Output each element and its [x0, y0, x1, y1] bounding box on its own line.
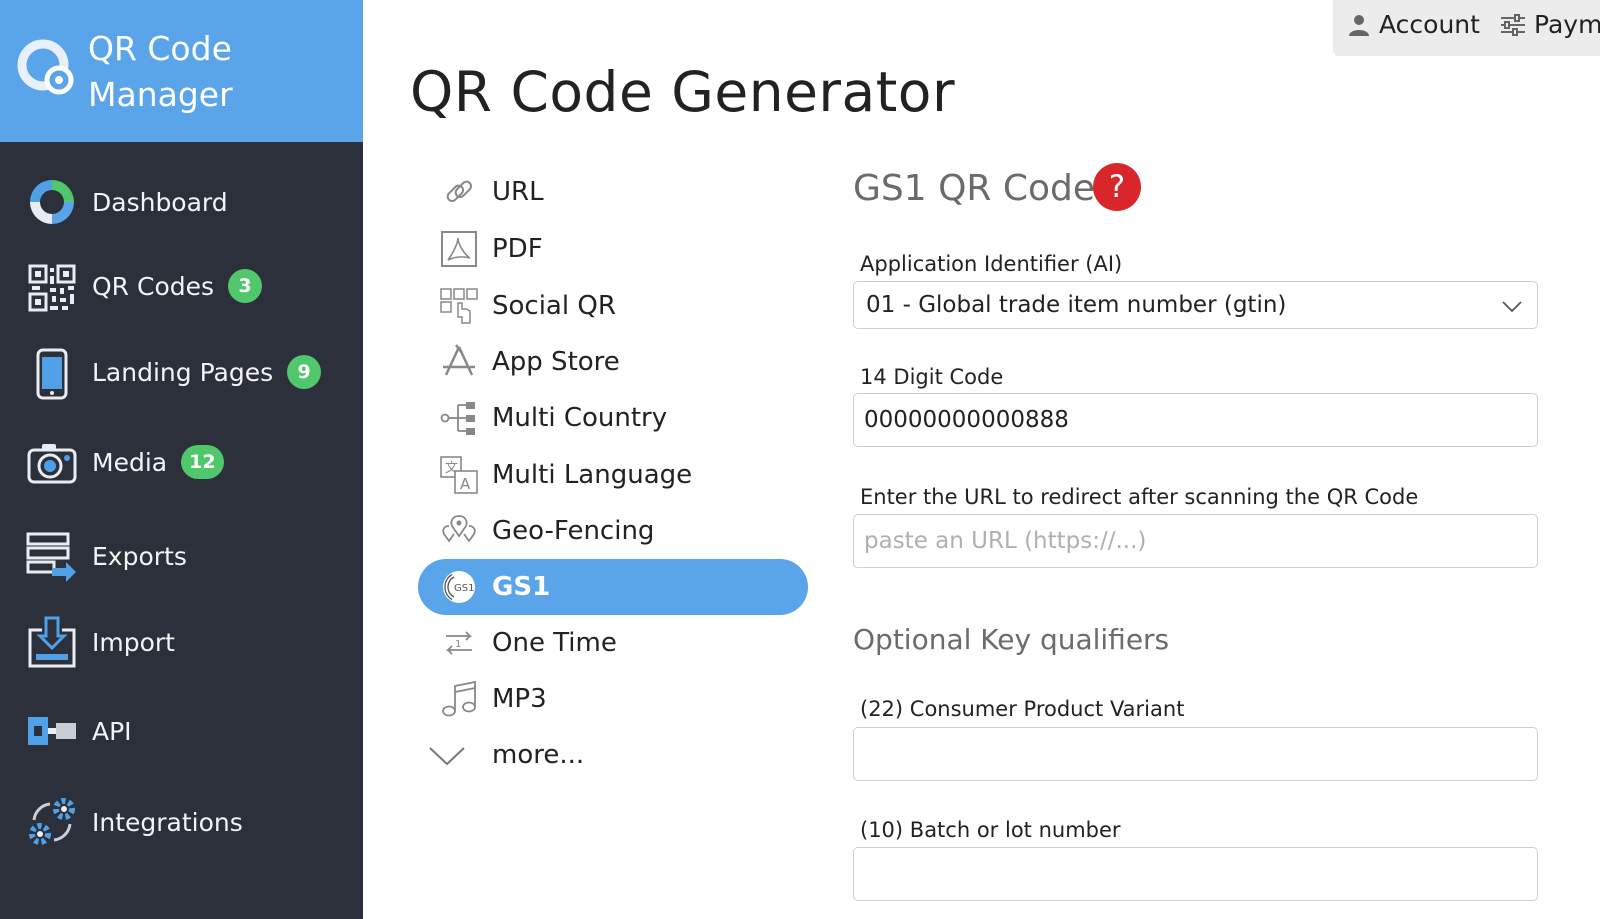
gears-icon: [29, 798, 75, 845]
chevron-down-icon: [1502, 301, 1522, 313]
sidebar-item-integrations[interactable]: Integrations: [0, 792, 363, 852]
link-icon: [446, 180, 473, 203]
type-item-geo-fencing[interactable]: Geo-Fencing: [418, 503, 808, 559]
ai-select[interactable]: 01 - Global trade item number (gtin): [853, 281, 1538, 329]
variant-label: (22) Consumer Product Variant: [860, 697, 1185, 721]
svg-text:1: 1: [455, 639, 461, 650]
sidebar-item-dashboard[interactable]: Dashboard: [0, 172, 363, 232]
type-item-url[interactable]: URL: [418, 164, 808, 220]
payments-link[interactable]: Payme: [1500, 10, 1600, 39]
svg-text:A: A: [460, 475, 471, 493]
code-label: 14 Digit Code: [860, 365, 1004, 389]
export-icon: [26, 532, 76, 582]
account-link[interactable]: Account: [1347, 10, 1480, 39]
type-item-gs1[interactable]: GS1 GS1: [418, 559, 808, 615]
brand-title: QR Code Manager: [88, 29, 233, 114]
sidebar-item-label: Integrations: [92, 807, 243, 837]
count-badge: 12: [181, 445, 224, 479]
optional-qualifiers-title: Optional Key qualifiers: [853, 623, 1170, 656]
api-icon: [28, 717, 76, 745]
gs1-icon: GS1: [443, 571, 475, 603]
sidebar-item-landing-pages[interactable]: Landing Pages 9: [0, 344, 363, 404]
count-badge: 9: [287, 355, 322, 389]
app-store-icon: [443, 344, 475, 376]
type-item-more[interactable]: more...: [418, 727, 808, 783]
type-item-mp3[interactable]: MP3: [418, 671, 808, 727]
sidebar-item-qr-codes[interactable]: QR Codes 3: [0, 258, 363, 318]
top-bar: Account Payme: [1333, 0, 1600, 56]
type-item-social-qr[interactable]: Social QR: [418, 278, 808, 334]
sidebar-item-label: Exports: [92, 541, 187, 571]
sidebar-item-label: Import: [92, 627, 175, 657]
sidebar-item-label: Landing Pages 9: [92, 355, 322, 391]
sidebar-item-label: Media 12: [92, 445, 224, 481]
sidebar: QR Code Manager Dashboard QR Codes 3 Lan…: [0, 0, 363, 919]
help-button[interactable]: ?: [1093, 163, 1141, 211]
ai-label: Application Identifier (AI): [860, 252, 1123, 276]
type-item-pdf[interactable]: PDF: [418, 221, 808, 277]
sidebar-item-media[interactable]: Media 12: [0, 434, 363, 494]
pdf-icon: [441, 231, 477, 267]
sidebar-item-label: QR Codes 3: [92, 269, 263, 305]
svg-text:GS1: GS1: [454, 583, 474, 594]
chevron-down-icon: [429, 747, 465, 766]
page-title: QR Code Generator: [410, 60, 956, 124]
sidebar-item-api[interactable]: API: [0, 701, 363, 761]
sidebar-item-exports[interactable]: Exports: [0, 526, 363, 586]
url-input[interactable]: [853, 514, 1538, 568]
user-icon: [1349, 14, 1369, 36]
variant-input[interactable]: [853, 727, 1538, 781]
sliders-icon: [1501, 13, 1525, 36]
dashboard-donut-icon: [30, 180, 74, 224]
social-icon: [440, 288, 478, 324]
count-badge: 3: [228, 269, 263, 303]
type-item-one-time[interactable]: 1 One Time: [418, 615, 808, 671]
import-icon: [28, 616, 76, 668]
geo-fencing-icon: [442, 515, 476, 543]
multi-country-icon: [440, 402, 475, 435]
camera-icon: [27, 444, 77, 484]
music-note-icon: [442, 680, 476, 717]
batch-label: (10) Batch or lot number: [860, 818, 1121, 842]
brand-logo-icon: [17, 39, 74, 95]
batch-input[interactable]: [853, 847, 1538, 901]
sidebar-item-label: API: [92, 716, 132, 746]
mobile-phone-icon: [36, 348, 68, 400]
type-item-multi-country[interactable]: Multi Country: [418, 390, 808, 446]
brand-header[interactable]: QR Code Manager: [0, 0, 363, 142]
form-title: GS1 QR Code: [853, 168, 1096, 209]
type-item-multi-language[interactable]: 文 A Multi Language: [418, 447, 808, 503]
code-input[interactable]: [853, 393, 1538, 447]
one-time-icon: 1: [445, 631, 473, 655]
translate-icon: 文 A: [440, 456, 478, 494]
qr-code-icon: [28, 264, 76, 312]
url-label: Enter the URL to redirect after scanning…: [860, 485, 1419, 509]
sidebar-item-label: Dashboard: [92, 187, 228, 217]
sidebar-item-import[interactable]: Import: [0, 612, 363, 672]
type-item-app-store[interactable]: App Store: [418, 334, 808, 390]
